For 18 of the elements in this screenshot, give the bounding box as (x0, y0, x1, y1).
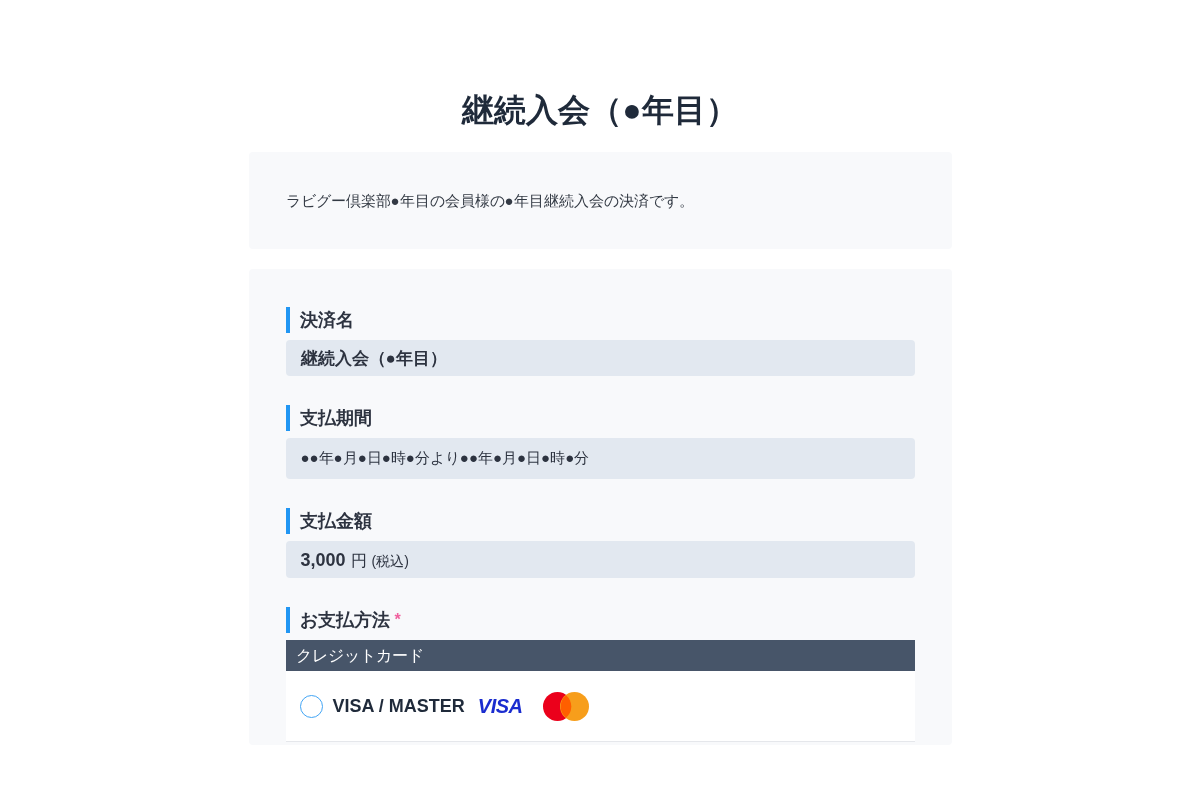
field-label: 決済名 (299, 309, 354, 332)
field-label: 支払金額 (299, 510, 372, 533)
group-header: クレジットカード (285, 640, 915, 671)
radio-button[interactable] (299, 694, 323, 718)
field-label: 支払期間 (299, 407, 372, 430)
option-label: VISA / MASTER (332, 695, 465, 717)
payment-option[interactable]: VISA / MASTER VISA (285, 671, 915, 742)
field-label: お支払方法 (299, 609, 390, 632)
readonly-field: 継続入会（●年目） (285, 340, 915, 376)
tax-note: (税込) (371, 553, 409, 571)
currency-unit: 円 (350, 551, 367, 571)
amount-text: 3,000 (300, 550, 346, 571)
overlapping-circles-icon (542, 691, 589, 721)
required-mark: * (394, 610, 401, 630)
description-text: ラビグー倶楽部●年目の会員様の●年目継続入会の決済です。 (285, 191, 695, 211)
readonly-field: ●●年●月●日●時●分より●●年●月●日●時●分 (285, 438, 915, 479)
card-logo: VISA (477, 696, 523, 716)
page-title: 継続入会（●年目） (462, 91, 738, 130)
